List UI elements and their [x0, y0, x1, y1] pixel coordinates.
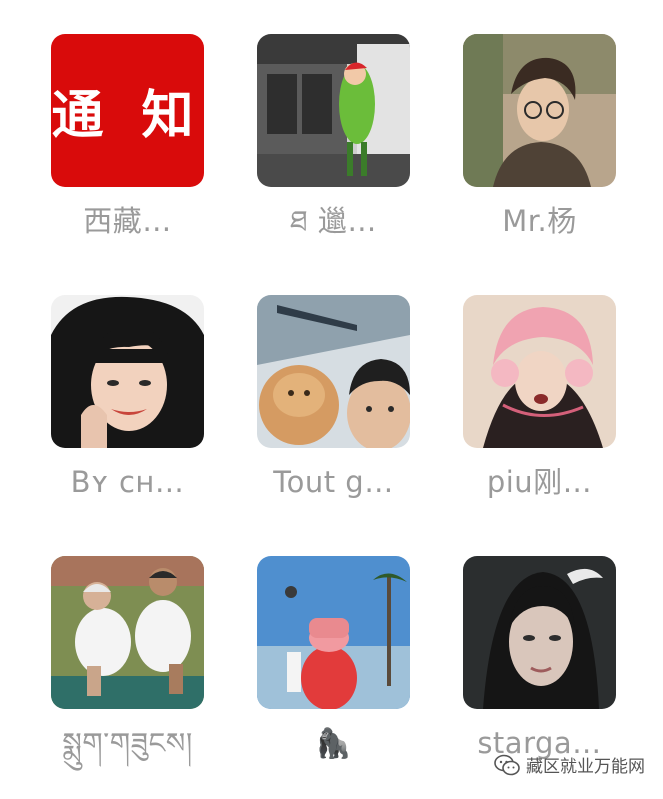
avatar-image[interactable]	[257, 556, 410, 709]
grid-item[interactable]: Bʏ ᴄʜ…	[51, 295, 204, 502]
item-name: སྨུག་གཟུངས།	[62, 726, 193, 760]
avatar-image[interactable]	[51, 295, 204, 448]
watermark: 藏区就业万能网	[494, 752, 645, 777]
item-name: piu刚…	[486, 465, 593, 499]
avatar-grid: 通 知 西藏… ཐ 邋… Mr.杨 Bʏ ᴄʜ… Tout g… piu刚… ས…	[0, 0, 663, 799]
watermark-text: 藏区就业万能网	[526, 757, 645, 777]
avatar-image[interactable]	[463, 295, 616, 448]
grid-item[interactable]: ཐ 邋…	[257, 34, 410, 241]
grid-item[interactable]: སྨུག་གཟུངས།	[51, 556, 204, 763]
avatar-text: 通 知	[51, 86, 204, 146]
avatar-image[interactable]	[257, 34, 410, 187]
grid-item[interactable]: 🦍	[257, 556, 410, 763]
grid-item[interactable]: piu刚…	[463, 295, 616, 502]
avatar-image[interactable]	[463, 556, 616, 709]
item-name: Bʏ ᴄʜ…	[70, 465, 185, 499]
item-name: 🦍	[315, 726, 352, 760]
item-name: ཐ 邋…	[290, 204, 377, 238]
grid-item[interactable]: starga…	[463, 556, 616, 763]
wechat-icon	[494, 754, 520, 775]
item-name: 西藏…	[83, 204, 172, 238]
avatar-image[interactable]	[51, 556, 204, 709]
item-name: Mr.杨	[502, 204, 577, 238]
grid-item[interactable]: 通 知 西藏…	[51, 34, 204, 241]
notice-avatar[interactable]: 通 知	[51, 34, 204, 187]
item-name: Tout g…	[273, 465, 394, 499]
avatar-image[interactable]	[463, 34, 616, 187]
avatar-image[interactable]	[257, 295, 410, 448]
grid-item[interactable]: Tout g…	[257, 295, 410, 502]
grid-item[interactable]: Mr.杨	[463, 34, 616, 241]
